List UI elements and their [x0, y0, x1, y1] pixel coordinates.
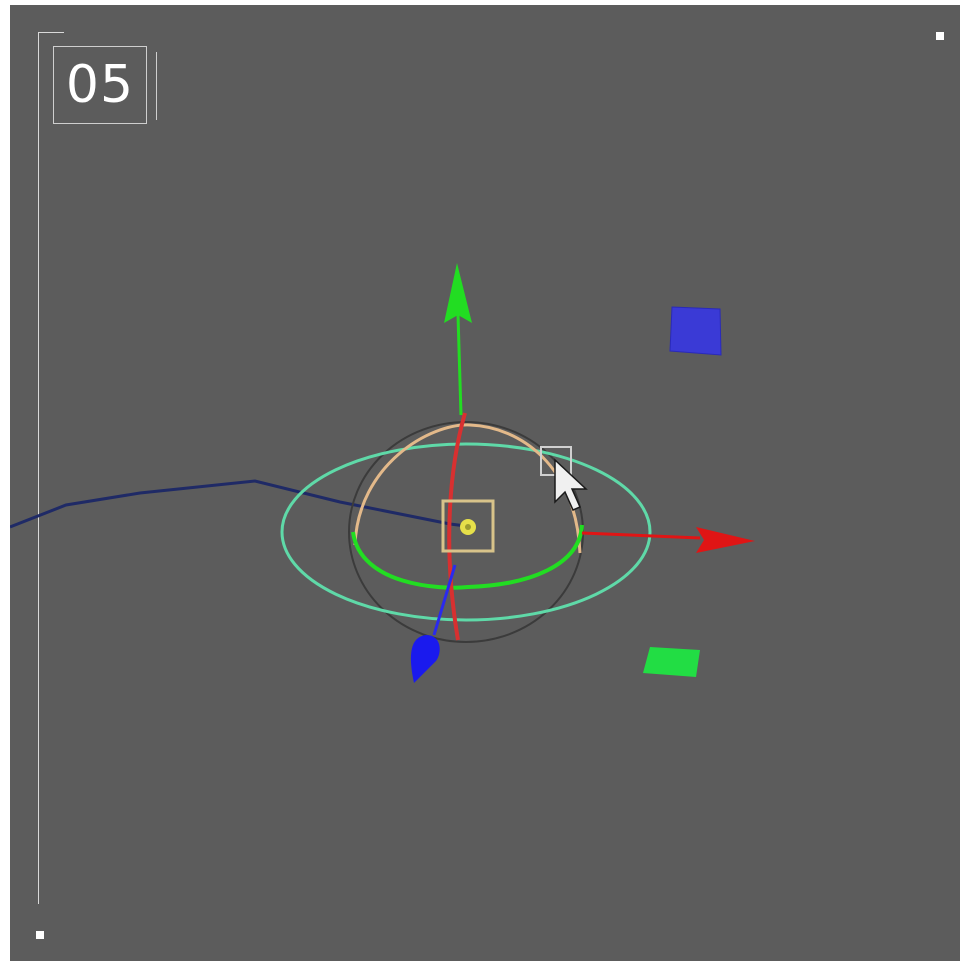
x-axis-line[interactable]	[581, 531, 701, 540]
x-axis-arrowhead[interactable]	[696, 527, 755, 553]
y-axis-line[interactable]	[456, 314, 463, 416]
y-axis-arrowhead[interactable]	[444, 263, 472, 323]
motion-path[interactable]	[10, 479, 467, 529]
pivot-point-center	[465, 524, 471, 530]
plane-handle-green[interactable]	[643, 647, 700, 677]
plane-handle-blue[interactable]	[669, 306, 722, 356]
3d-viewport[interactable]: 05	[10, 5, 960, 961]
z-axis-arrowhead[interactable]	[410, 635, 440, 683]
scene-canvas[interactable]	[10, 5, 960, 961]
